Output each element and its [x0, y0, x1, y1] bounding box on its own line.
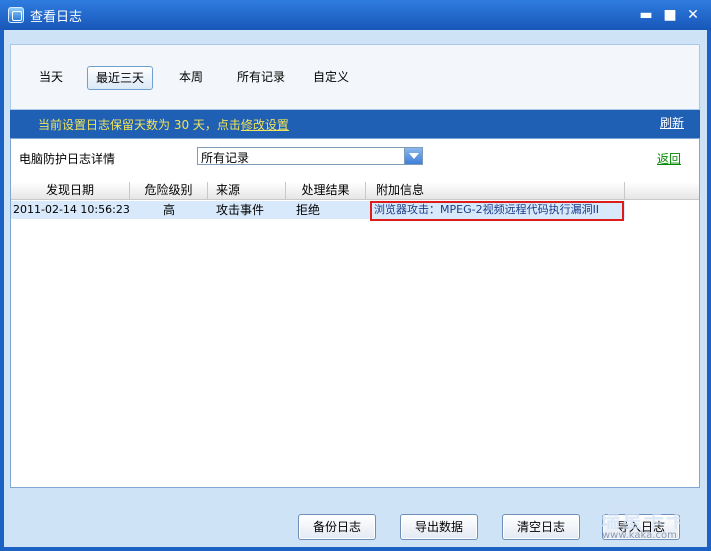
- title-bar[interactable]: 查看日志 ▬ ■ ✕: [0, 0, 711, 30]
- clear-log-button[interactable]: 清空日志: [502, 514, 580, 540]
- app-icon: [8, 7, 24, 23]
- maximize-button[interactable]: ■: [661, 6, 679, 24]
- row-risk-level: 高: [162, 203, 175, 217]
- retention-notice-text: 当前设置日志保留天数为 30 天，点击: [38, 118, 241, 132]
- record-filter-value: 所有记录: [201, 151, 250, 165]
- retention-notice-bar: 当前设置日志保留天数为 30 天，点击修改设置 刷新: [10, 110, 700, 138]
- import-log-button[interactable]: 导入日志: [602, 514, 680, 540]
- row-extra-info: 浏览器攻击：MPEG-2视频远程代码执行漏洞II: [370, 201, 624, 221]
- tab-last-three-days[interactable]: 最近三天: [87, 66, 154, 90]
- column-header-extra-info[interactable]: 附加信息: [366, 182, 625, 200]
- tab-custom[interactable]: 自定义: [305, 66, 357, 90]
- refresh-link[interactable]: 刷新: [660, 114, 684, 131]
- record-filter-select[interactable]: 所有记录: [197, 147, 423, 165]
- retention-notice: 当前设置日志保留天数为 30 天，点击修改设置: [38, 116, 289, 133]
- client-area: 当天 最近三天 本周 所有记录 自定义 当前设置日志保留天数为 30 天，点击修…: [4, 30, 707, 547]
- column-header-source[interactable]: 来源: [208, 182, 286, 200]
- column-header-result[interactable]: 处理结果: [286, 182, 366, 200]
- table-row[interactable]: 2011-02-14 10:56:23 高 攻击事件 拒绝 浏览器攻击：MPEG…: [11, 201, 625, 221]
- export-data-button[interactable]: 导出数据: [400, 514, 478, 540]
- log-table-header: 发现日期 危险级别 来源 处理结果 附加信息: [11, 182, 699, 200]
- log-viewer-window: 查看日志 ▬ ■ ✕ 当天 最近三天 本周 所有记录 自定义 当前设置日志保留天…: [0, 0, 711, 551]
- minimize-button[interactable]: ▬: [637, 6, 655, 24]
- window-title: 查看日志: [30, 10, 83, 25]
- backup-log-button[interactable]: 备份日志: [298, 514, 376, 540]
- column-header-date[interactable]: 发现日期: [11, 182, 130, 200]
- column-header-filler: [625, 182, 699, 200]
- modify-settings-link[interactable]: 修改设置: [241, 118, 289, 132]
- row-date: 2011-02-14 10:56:23: [13, 203, 130, 216]
- row-result: 拒绝: [296, 203, 321, 217]
- column-header-risk-level[interactable]: 危险级别: [130, 182, 208, 200]
- footer-actions: 备份日志 导出数据 清空日志 导入日志: [4, 488, 707, 547]
- log-detail-panel: 电脑防护日志详情 所有记录 返回 发现日期 危险级别 来源 处理结果 附加信息 …: [10, 138, 700, 488]
- detail-label: 电脑防护日志详情: [19, 152, 116, 166]
- close-button[interactable]: ✕: [684, 6, 702, 24]
- tab-today[interactable]: 当天: [31, 66, 71, 90]
- back-link[interactable]: 返回: [657, 150, 681, 167]
- tab-all-records[interactable]: 所有记录: [229, 66, 293, 90]
- row-source: 攻击事件: [216, 203, 265, 217]
- chevron-down-icon[interactable]: [404, 148, 422, 164]
- tab-this-week[interactable]: 本周: [171, 66, 211, 90]
- date-range-tabs: 当天 最近三天 本周 所有记录 自定义: [10, 44, 700, 110]
